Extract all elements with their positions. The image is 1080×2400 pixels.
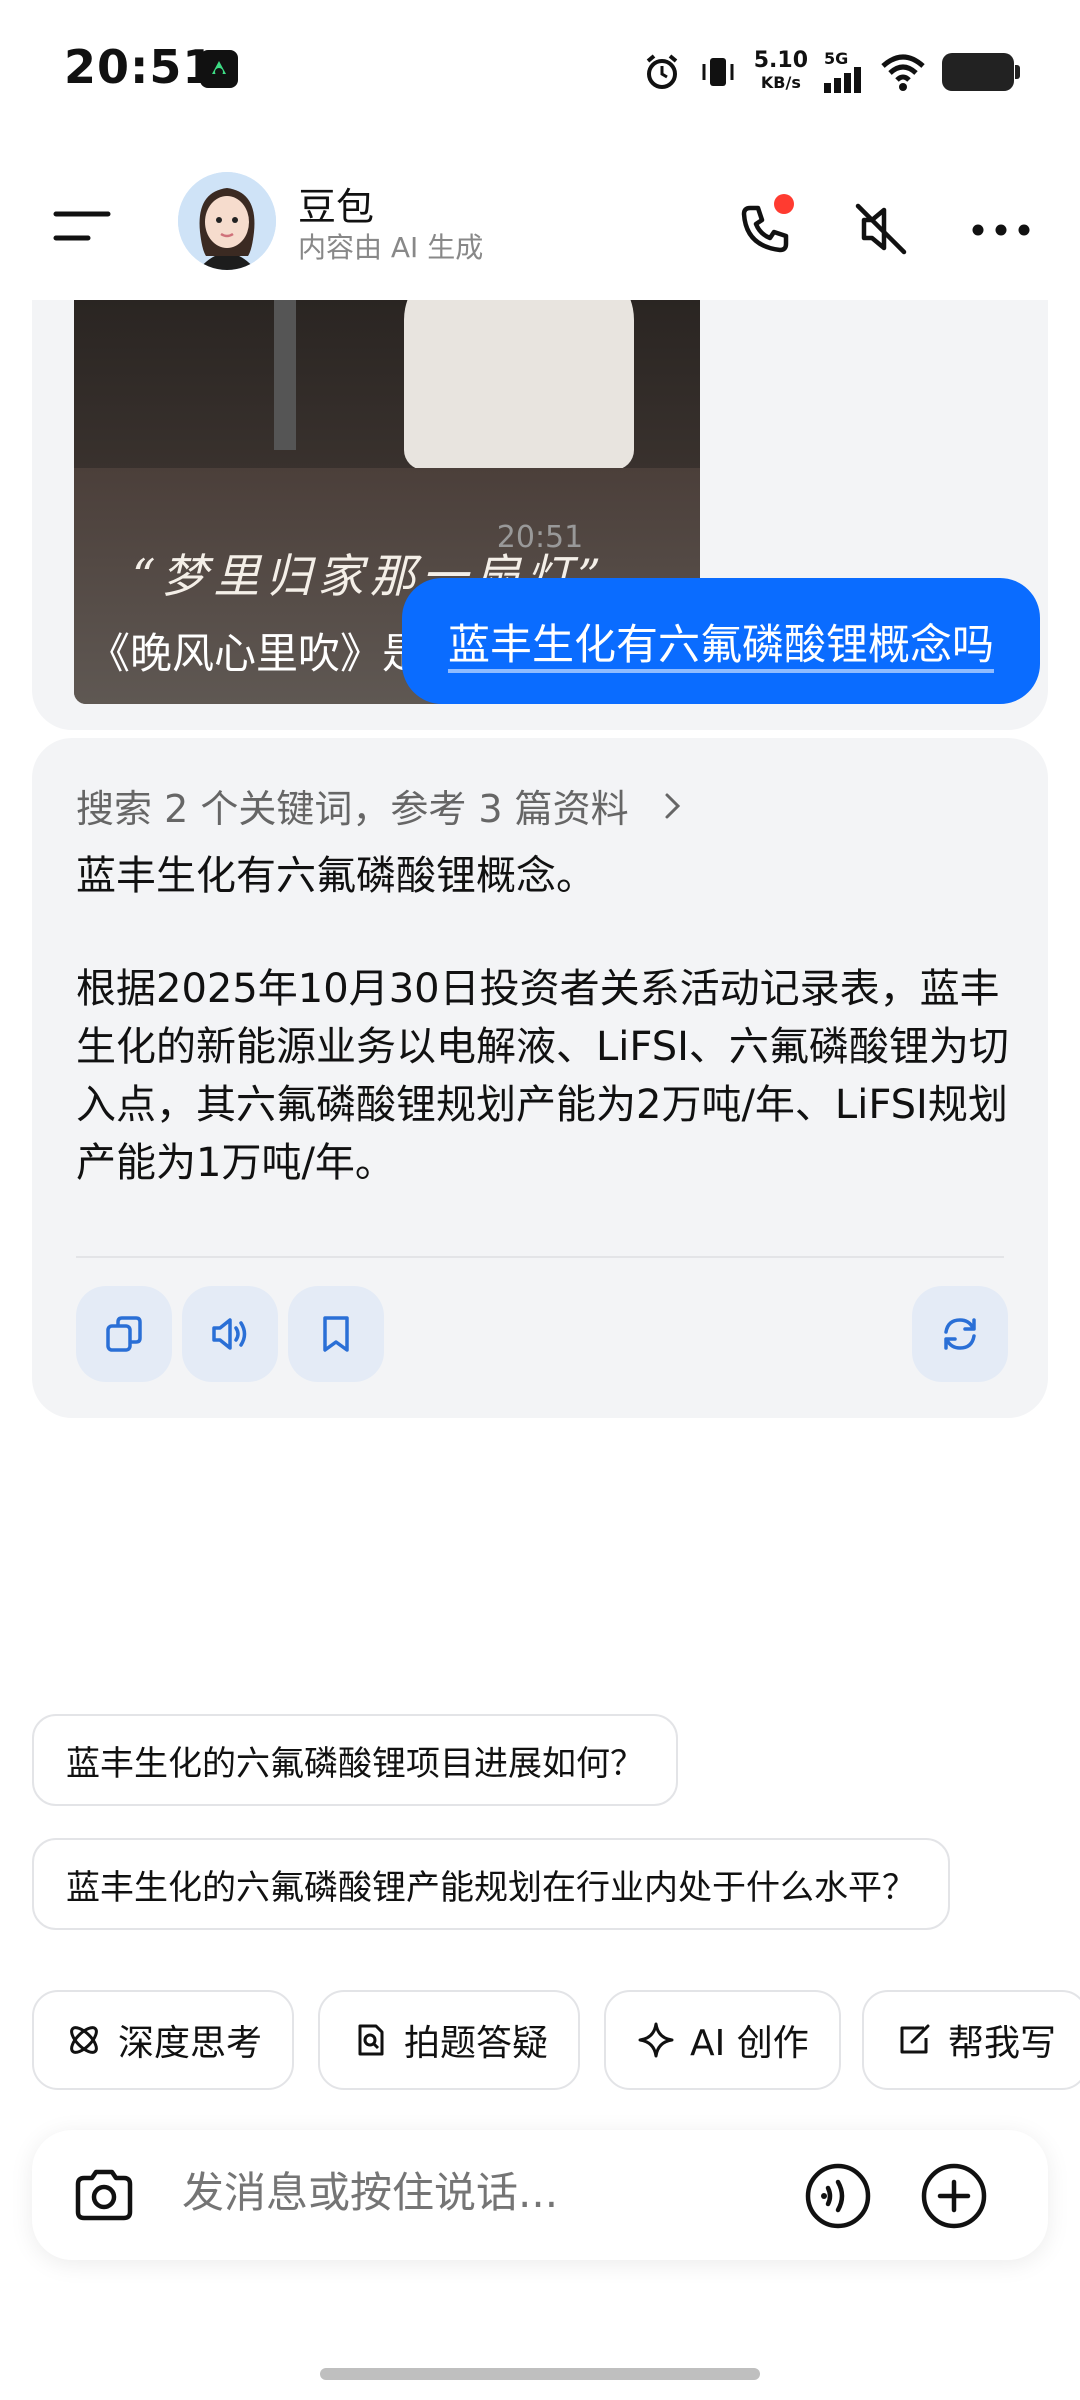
- copy-icon: [106, 1316, 142, 1352]
- app-notification-icon: [200, 50, 238, 88]
- regenerate-button[interactable]: [912, 1286, 1008, 1382]
- voice-call-icon[interactable]: [802, 2160, 874, 2232]
- alarm-icon: [646, 54, 677, 89]
- singer-image: [404, 300, 634, 470]
- bot-name: 豆包: [298, 185, 375, 229]
- chevron-right-icon: [665, 793, 680, 818]
- signal-icon: 5G: [824, 51, 864, 93]
- call-button[interactable]: [730, 194, 800, 264]
- wifi-icon: [881, 54, 925, 91]
- status-icons: 5.10 KB/s 5G: [642, 42, 1020, 102]
- message-input[interactable]: [182, 2168, 662, 2217]
- message-timestamp: 20:51: [496, 520, 584, 555]
- more-icon[interactable]: [966, 210, 1036, 250]
- answer-card: 搜索 2 个关键词，参考 3 篇资料 蓝丰生化有六氟磷酸锂概念。 根据2025年…: [32, 738, 1048, 1418]
- photo-question-button[interactable]: 拍题答疑: [318, 1990, 581, 2090]
- microphone-image: [274, 300, 296, 450]
- search-document-icon: [358, 2024, 384, 2056]
- avatar[interactable]: [178, 172, 276, 270]
- refresh-icon: [944, 1318, 976, 1350]
- add-icon[interactable]: [918, 2160, 990, 2232]
- answer-paragraph: 根据2025年10月30日投资者关系活动记录表，蓝丰生化的新能源业务以电解液、L…: [76, 966, 1009, 1186]
- copy-button[interactable]: [76, 1286, 172, 1382]
- help-me-write-button[interactable]: 帮我写: [862, 1990, 1080, 2090]
- edit-icon: [900, 2024, 930, 2054]
- divider: [76, 1256, 1004, 1258]
- tool-bar: 深度思考 拍题答疑 AI 创作 帮我写: [0, 1990, 1080, 2100]
- menu-icon[interactable]: [52, 202, 112, 252]
- battery-icon: [942, 53, 1020, 91]
- ai-create-button[interactable]: AI 创作: [604, 1990, 841, 2090]
- status-bar: 20:51 5.10 KB/s 5G: [0, 0, 1080, 140]
- user-message-text: 蓝丰生化有六氟磷酸锂概念吗: [447, 619, 994, 669]
- speaker-icon: [212, 1318, 247, 1350]
- status-time: 20:51: [64, 40, 216, 94]
- bookmark-button[interactable]: [288, 1286, 384, 1382]
- suggested-question[interactable]: 蓝丰生化的六氟磷酸锂项目进展如何？: [32, 1714, 678, 1806]
- vibrate-icon: [702, 58, 734, 86]
- chat-header: 豆包 内容由 AI 生成: [0, 160, 1080, 300]
- user-message-bubble[interactable]: 蓝丰生化有六氟磷酸锂概念吗: [401, 578, 1040, 704]
- search-summary[interactable]: 搜索 2 个关键词，参考 3 篇资料: [76, 778, 687, 833]
- sparkle-icon: [638, 2022, 674, 2058]
- home-indicator[interactable]: [320, 2368, 760, 2380]
- mute-button[interactable]: [846, 194, 916, 264]
- bookmark-icon: [323, 1316, 349, 1352]
- deep-think-button[interactable]: 深度思考: [32, 1990, 295, 2090]
- message-input-bar: [32, 2130, 1048, 2260]
- suggested-question[interactable]: 蓝丰生化的六氟磷酸锂产能规划在行业内处于什么水平？: [32, 1838, 950, 1930]
- notification-dot: [774, 194, 794, 214]
- atom-icon: [70, 2026, 98, 2054]
- speaker-muted-icon: [855, 203, 907, 255]
- camera-icon[interactable]: [68, 2160, 140, 2232]
- bot-subtitle: 内容由 AI 生成: [298, 231, 484, 264]
- net-speed: 5.10 KB/s: [753, 48, 808, 93]
- answer-paragraph: 蓝丰生化有六氟磷酸锂概念。: [76, 853, 596, 899]
- chat-area[interactable]: “梦里归家那一扇灯” 《晚风心里吹》是由邓澄、… 20:51 蓝丰生化有六氟磷酸…: [0, 300, 1080, 1990]
- read-aloud-button[interactable]: [182, 1286, 278, 1382]
